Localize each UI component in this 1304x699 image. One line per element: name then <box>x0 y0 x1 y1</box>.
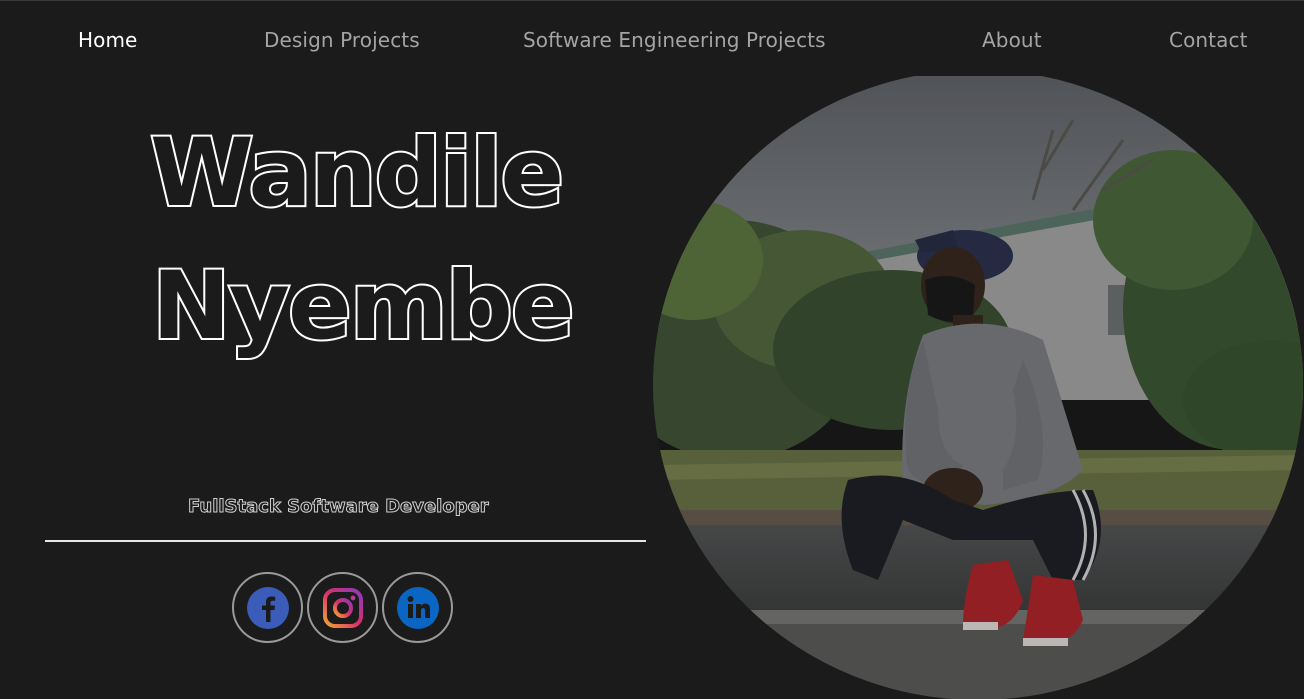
facebook-button[interactable] <box>232 572 303 643</box>
instagram-icon <box>322 587 363 628</box>
nav-item-about[interactable]: About <box>982 28 1042 52</box>
hero-last-name: Nyembe <box>150 252 577 361</box>
hero-role: FullStack Software Developer <box>188 496 490 518</box>
linkedin-icon <box>396 586 439 629</box>
hero-divider <box>45 540 646 542</box>
facebook-icon <box>246 586 289 629</box>
portfolio-page: Home Design Projects Software Engineerin… <box>0 0 1304 699</box>
instagram-button[interactable] <box>307 572 378 643</box>
nav-item-design-projects[interactable]: Design Projects <box>264 28 420 52</box>
nav-item-home[interactable]: Home <box>78 28 137 52</box>
profile-photo <box>653 70 1303 699</box>
photo-overlay <box>653 70 1303 699</box>
top-border <box>0 0 1304 1</box>
nav-item-contact[interactable]: Contact <box>1169 28 1248 52</box>
linkedin-button[interactable] <box>382 572 453 643</box>
hero-first-name: Wandile <box>148 119 566 228</box>
nav-item-software-engineering-projects[interactable]: Software Engineering Projects <box>523 28 826 52</box>
